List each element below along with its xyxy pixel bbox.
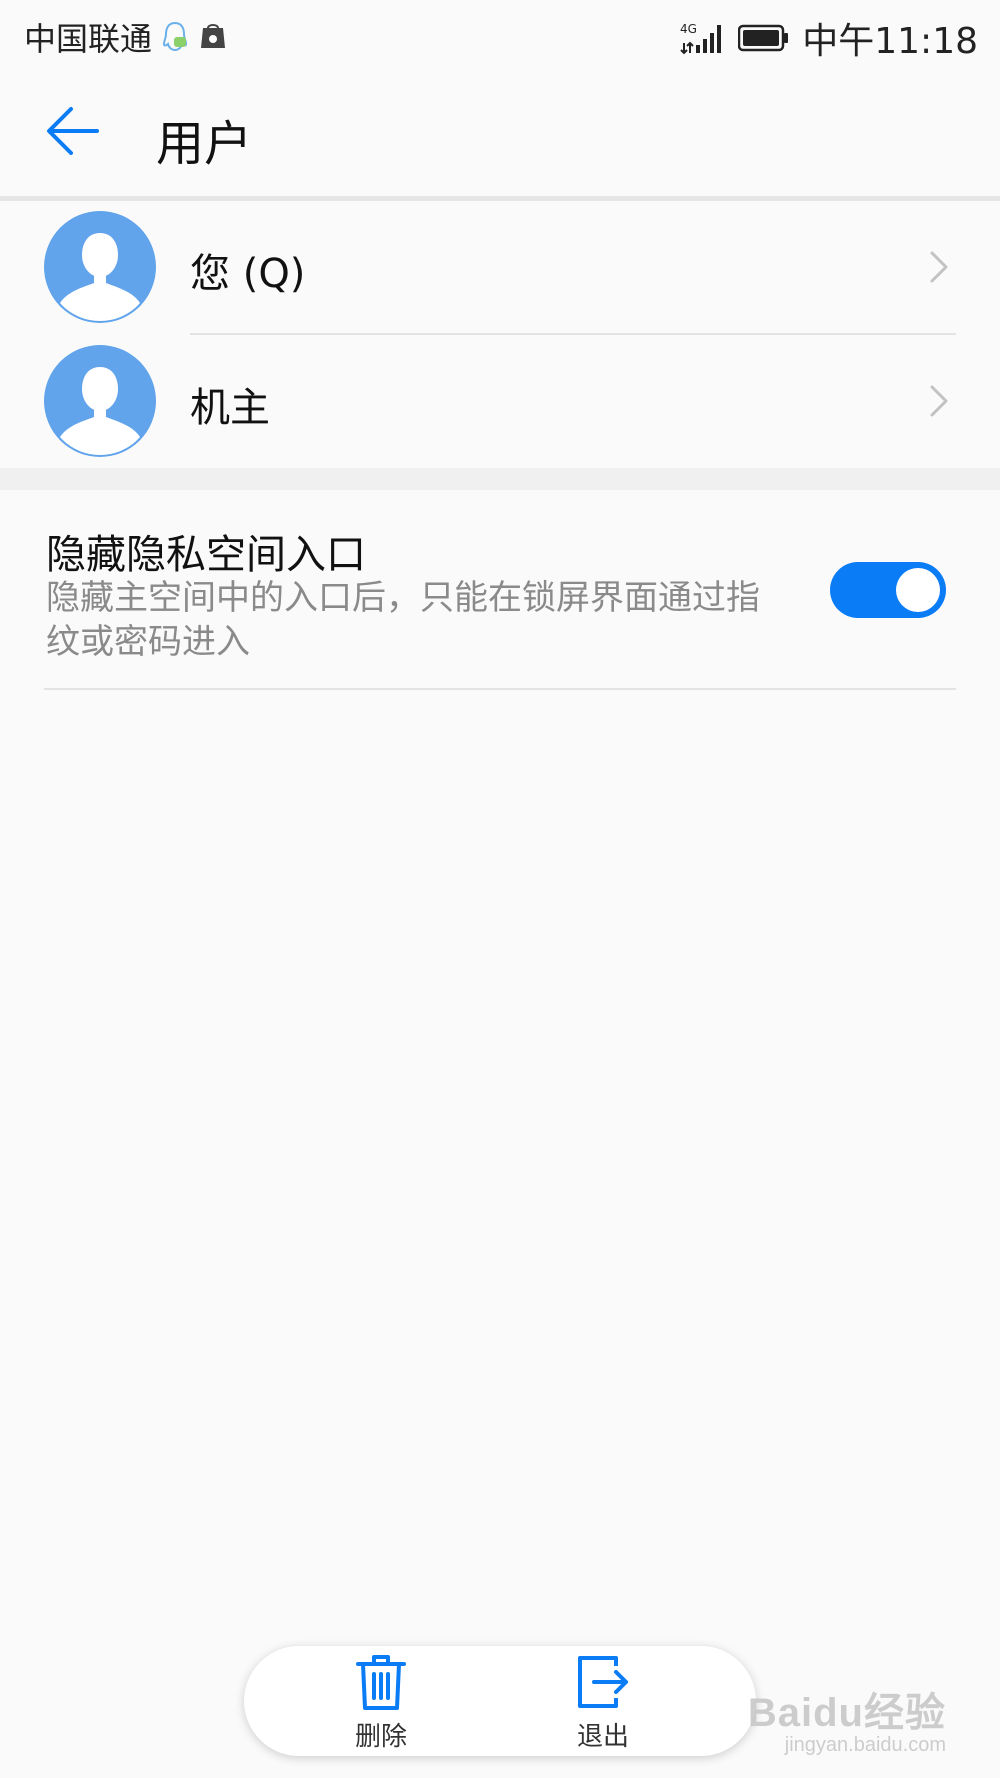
- delete-label: 删除: [354, 1722, 407, 1752]
- delete-button[interactable]: 删除: [306, 1646, 456, 1756]
- trash-icon: [356, 1655, 406, 1710]
- user-row-owner[interactable]: 机主: [0, 335, 1000, 469]
- hide-entrance-setting: 隐藏隐私空间入口 隐藏主空间中的入口后，只能在锁屏界面通过指纹或密码进入: [0, 490, 1000, 690]
- chevron-right-icon: [930, 385, 948, 417]
- user-row-you[interactable]: 您 (Q): [0, 201, 1000, 335]
- clock-label: 中午11:18: [802, 21, 978, 62]
- chevron-right-icon: [930, 251, 948, 283]
- app-header: 用户: [0, 70, 1000, 201]
- carrier-label: 中国联通: [24, 20, 153, 58]
- network-type-label: 4G: [680, 22, 697, 36]
- huawei-store-icon: [198, 22, 228, 52]
- user-name: 您 (Q): [190, 251, 306, 297]
- back-button[interactable]: [38, 96, 108, 166]
- status-bar: 中国联通 4G 中午11:18: [0, 0, 1000, 70]
- setting-description: 隐藏主空间中的入口后，只能在锁屏界面通过指纹或密码进入: [46, 578, 760, 662]
- section-divider: [0, 468, 1000, 490]
- user-list: 您 (Q) 机主: [0, 201, 1000, 469]
- user-name: 机主: [190, 385, 270, 431]
- back-arrow-icon: [47, 107, 99, 155]
- exit-icon: [578, 1656, 628, 1708]
- signal-icon: 4G: [680, 21, 726, 55]
- baidu-watermark: Baidu经验 jingyan.baidu.com: [748, 1680, 946, 1757]
- exit-button[interactable]: 退出: [528, 1646, 678, 1756]
- avatar: [44, 211, 156, 323]
- toggle-knob: [896, 568, 940, 612]
- setting-title: 隐藏隐私空间入口: [46, 532, 366, 578]
- hide-entrance-toggle[interactable]: [830, 562, 946, 618]
- watermark-logo: Baidu经验: [747, 1691, 946, 1735]
- status-left: 中国联通: [24, 14, 228, 60]
- exit-label: 退出: [576, 1722, 629, 1752]
- qq-icon: [162, 21, 188, 53]
- bottom-action-bar: 删除 退出: [244, 1646, 756, 1756]
- status-right: 4G 中午11:18: [680, 12, 978, 64]
- avatar: [44, 345, 156, 457]
- setting-divider: [44, 688, 956, 690]
- battery-icon: [738, 24, 790, 52]
- page-title: 用户: [156, 116, 253, 172]
